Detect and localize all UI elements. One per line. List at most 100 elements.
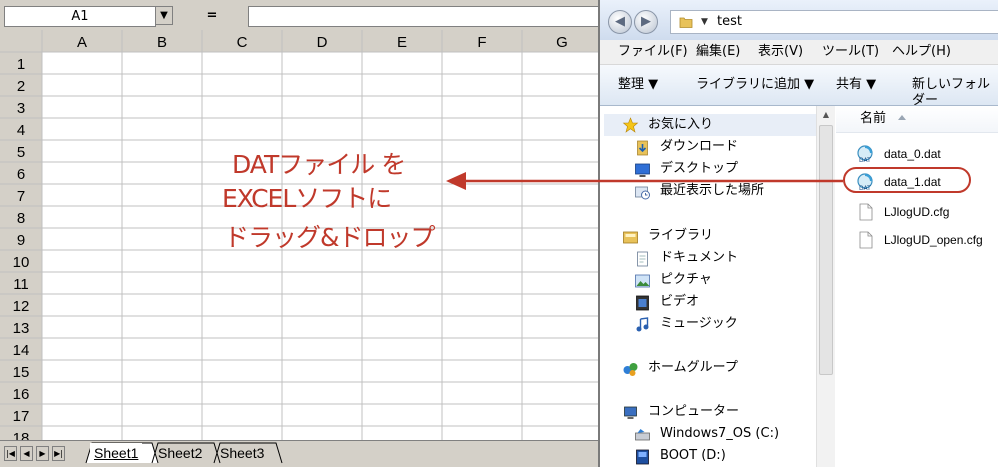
- nav-computer[interactable]: コンピューター: [648, 403, 739, 421]
- organize-button[interactable]: 整理 ▼: [618, 77, 658, 93]
- back-arrow-icon[interactable]: ◀: [608, 10, 632, 34]
- name-column-header[interactable]: 名前: [836, 106, 998, 133]
- file-name: LJlogUD_open.cfg: [884, 233, 983, 247]
- nav-homegroup[interactable]: ホームグループ: [648, 359, 738, 377]
- first-sheet-icon[interactable]: |◀: [4, 446, 17, 461]
- row-header-16[interactable]: 16: [13, 386, 30, 403]
- row-header-18[interactable]: 18: [13, 430, 30, 440]
- nav-videos[interactable]: ビデオ: [660, 293, 699, 311]
- menu-file[interactable]: ファイル(F): [618, 44, 688, 60]
- row-header-14[interactable]: 14: [13, 342, 30, 359]
- nav-music[interactable]: ミュージック: [660, 315, 738, 333]
- recent-places-icon: [635, 186, 650, 200]
- scrollbar-thumb[interactable]: [819, 125, 833, 375]
- column-header-e[interactable]: E: [397, 34, 407, 51]
- name-box-dropdown-icon[interactable]: ▼: [155, 6, 173, 25]
- row-header-9[interactable]: 9: [17, 232, 25, 249]
- nav-drive-d[interactable]: BOOT (D:): [660, 447, 726, 465]
- column-header-g[interactable]: G: [556, 34, 568, 51]
- menu-help[interactable]: ヘルプ(H): [892, 44, 951, 60]
- annotation-line-3: ドラッグ&ドロップ: [224, 223, 435, 252]
- path-chevron-icon[interactable]: ▼: [701, 15, 708, 29]
- add-to-library-button[interactable]: ライブラリに追加 ▼: [696, 77, 814, 93]
- path-text: test: [717, 14, 742, 29]
- nav-libraries[interactable]: ライブラリ: [648, 227, 713, 245]
- menu-edit[interactable]: 編集(E): [696, 44, 740, 60]
- file-list-pane: 名前 DAT data_0.dat DAT data_1.dat LJlogUD…: [836, 106, 998, 467]
- homegroup-icon: [623, 363, 638, 376]
- row-header-1[interactable]: 1: [17, 56, 25, 73]
- documents-icon: [637, 251, 648, 267]
- desktop-icon: [635, 163, 650, 177]
- new-folder-button[interactable]: 新しいフォルダー: [912, 77, 998, 109]
- last-sheet-icon[interactable]: ▶|: [52, 446, 65, 461]
- pictures-icon: [635, 274, 650, 288]
- nav-favorites[interactable]: お気に入り: [648, 116, 713, 134]
- nav-downloads[interactable]: ダウンロード: [660, 138, 738, 156]
- folder-icon: [679, 17, 693, 28]
- row-header-7[interactable]: 7: [17, 188, 25, 205]
- path-field[interactable]: ▼ test: [670, 10, 998, 34]
- sort-ascending-icon: [898, 115, 906, 120]
- svg-text:DAT: DAT: [859, 157, 871, 163]
- music-icon: [636, 317, 649, 332]
- row-header-8[interactable]: 8: [17, 210, 25, 227]
- nav-documents[interactable]: ドキュメント: [660, 249, 738, 267]
- sheet-tab-sheet3[interactable]: Sheet3: [216, 443, 268, 463]
- drive-c-icon: [635, 429, 650, 441]
- sheet-tab-bar: |◀ ◀ ▶ ▶| Sheet1 Sheet2 Sheet3: [0, 440, 598, 467]
- formula-bar: A1 ▼ =: [0, 0, 598, 30]
- annotation-line-2: EXCELソフトに: [222, 184, 392, 213]
- sheet-tab-sheet2[interactable]: Sheet2: [154, 443, 206, 463]
- row-header-12[interactable]: 12: [13, 298, 30, 315]
- file-name: data_0.dat: [884, 147, 941, 161]
- row-header-5[interactable]: 5: [17, 144, 25, 161]
- prev-sheet-icon[interactable]: ◀: [20, 446, 33, 461]
- videos-icon: [636, 295, 649, 311]
- row-header-17[interactable]: 17: [13, 408, 30, 425]
- share-button[interactable]: 共有 ▼: [836, 77, 876, 93]
- scroll-up-icon[interactable]: ▲: [817, 106, 835, 124]
- row-header-15[interactable]: 15: [13, 364, 30, 381]
- dat-file-icon: DAT: [857, 145, 873, 163]
- row-header-13[interactable]: 13: [13, 320, 30, 337]
- annotation-line-1: DATファイル を: [232, 150, 406, 179]
- column-header-f[interactable]: F: [477, 34, 486, 51]
- explorer-window: ◀ ▶ ▼ test ファイル(F) 編集(E) 表示(V) ツール(T) ヘル…: [598, 0, 998, 467]
- navigation-scrollbar[interactable]: ▲: [816, 106, 835, 467]
- next-sheet-icon[interactable]: ▶: [36, 446, 49, 461]
- computer-icon: [624, 406, 637, 419]
- downloads-icon: [637, 140, 648, 156]
- column-header-b[interactable]: B: [157, 34, 167, 51]
- row-header-10[interactable]: 10: [13, 254, 30, 271]
- sheet-tab-sheet1[interactable]: Sheet1: [90, 443, 143, 463]
- nav-pictures[interactable]: ピクチャ: [660, 271, 712, 289]
- menu-tools[interactable]: ツール(T): [822, 44, 879, 60]
- column-header-a[interactable]: A: [77, 34, 87, 51]
- nav-recent-places[interactable]: 最近表示した場所: [660, 182, 764, 200]
- drive-d-icon: [636, 449, 649, 465]
- cfg-file-icon: [859, 203, 873, 221]
- nav-desktop[interactable]: デスクトップ: [660, 160, 738, 178]
- name-box[interactable]: A1: [4, 6, 156, 27]
- formula-equals-label: =: [206, 8, 218, 23]
- column-header-d[interactable]: D: [317, 34, 328, 51]
- name-column-label: 名前: [860, 111, 887, 126]
- row-header-3[interactable]: 3: [17, 100, 25, 117]
- column-header-c[interactable]: C: [237, 34, 248, 51]
- forward-arrow-icon[interactable]: ▶: [634, 10, 658, 34]
- row-header-6[interactable]: 6: [17, 166, 25, 183]
- menu-view[interactable]: 表示(V): [758, 44, 803, 60]
- nav-drive-c[interactable]: Windows7_OS (C:): [660, 425, 779, 443]
- menu-bar: ファイル(F) 編集(E) 表示(V) ツール(T) ヘルプ(H): [600, 40, 998, 65]
- libraries-icon: [623, 231, 638, 244]
- column-header-bar: [0, 30, 598, 52]
- file-name: LJlogUD.cfg: [884, 205, 950, 219]
- cfg-file-icon: [859, 231, 873, 249]
- address-bar: ◀ ▶ ▼ test: [600, 0, 998, 40]
- command-toolbar: 整理 ▼ ライブラリに追加 ▼ 共有 ▼ 新しいフォルダー: [600, 65, 998, 109]
- row-header-11[interactable]: 11: [13, 276, 29, 293]
- row-header-2[interactable]: 2: [17, 78, 25, 95]
- row-header-4[interactable]: 4: [17, 122, 25, 139]
- formula-input[interactable]: [248, 6, 598, 27]
